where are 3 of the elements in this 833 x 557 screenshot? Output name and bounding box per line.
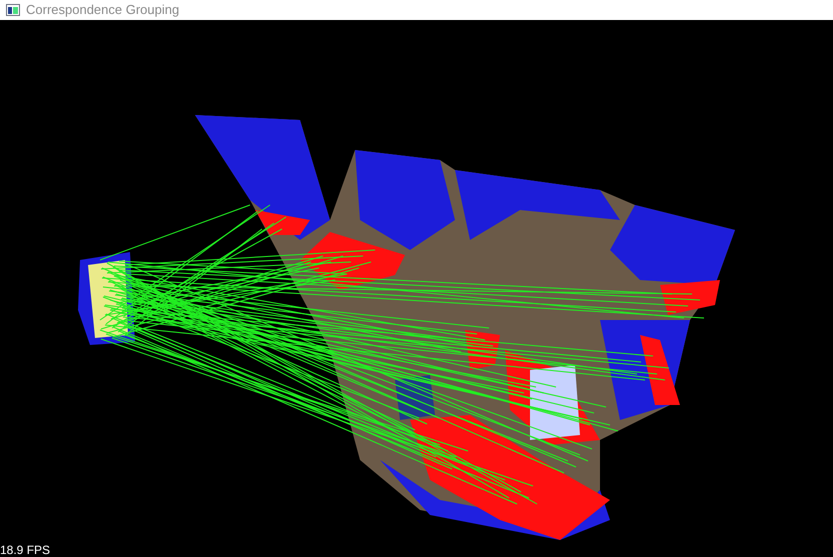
app-icon (6, 4, 20, 16)
window-title: Correspondence Grouping (26, 1, 180, 20)
fps-counter: 18.9 FPS (0, 543, 50, 557)
